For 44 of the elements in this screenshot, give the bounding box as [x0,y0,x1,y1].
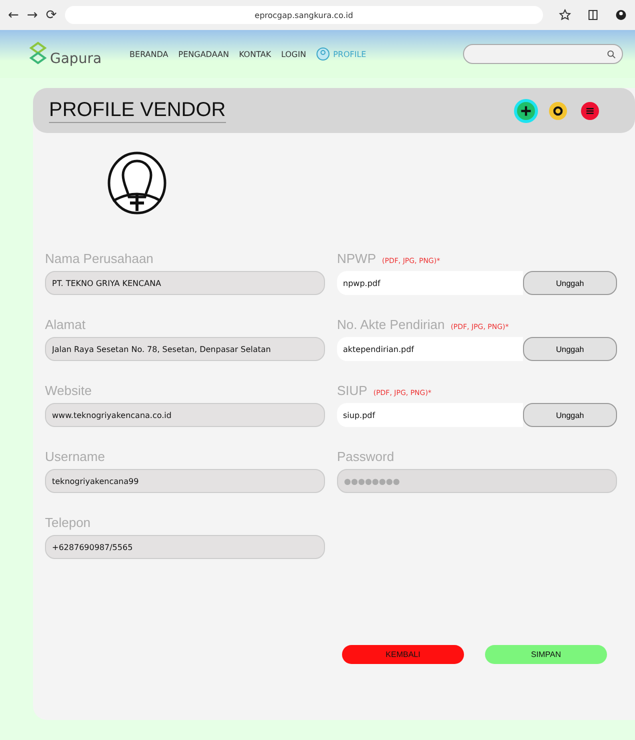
field-label: SIUP [337,383,368,398]
reload-button[interactable]: ⟳ [46,8,57,22]
address-bar[interactable]: eprocgap.sangkura.co.id [64,6,543,24]
field-label: Telepon [45,515,92,530]
field-label: Website [45,383,93,398]
account-icon[interactable] [615,9,627,21]
settings-button[interactable] [549,102,567,120]
add-button[interactable] [517,102,535,120]
field-label: No. Akte Pendirian [337,317,445,332]
nav-link[interactable]: BERANDA [130,50,168,58]
logo-text: Gapura [50,51,102,67]
text-field[interactable]: +6287690987/5565 [45,535,325,559]
file-field[interactable]: npwp.pdf [337,271,523,295]
page-title: PROFILE VENDOR [49,98,226,122]
back-button[interactable]: ← [8,8,19,22]
logo-icon [28,41,48,67]
field-label: NPWP [337,251,376,266]
file-field[interactable]: aktependirian.pdf [337,337,523,361]
avatar-icon[interactable] [107,151,167,215]
field-label: Username [45,449,106,464]
upload-button[interactable]: Unggah [523,271,617,295]
text-field[interactable]: PT. TEKNO GRIYA KENCANA [45,271,325,295]
search-field[interactable] [463,44,623,64]
field-label: Nama Perusahaan [45,251,154,266]
field-label: Alamat [45,317,86,332]
text-field[interactable]: www.teknogriyakencana.co.id [45,403,325,427]
menu-button[interactable] [581,102,599,120]
nav-link[interactable]: KONTAK [238,50,272,58]
upload-button[interactable]: Unggah [523,403,617,427]
nav-link[interactable]: LOGIN [281,50,306,58]
star-icon[interactable] [559,9,571,21]
save-button[interactable]: SIMPAN [485,645,607,664]
user-icon [316,47,330,61]
password-field[interactable]: ●●●●●●●● [337,469,617,493]
nav-link[interactable]: PENGADAAN [178,50,229,58]
search-icon [607,50,616,58]
forward-button[interactable]: → [26,8,38,22]
plus-icon [520,104,532,116]
field-label: Password [337,449,394,464]
text-field[interactable]: teknogriyakencana99 [45,469,325,493]
upload-button[interactable]: Unggah [523,337,617,361]
reader-icon[interactable] [587,9,599,21]
file-field[interactable]: siup.pdf [337,403,523,427]
back-button[interactable]: KEMBALI [342,645,464,664]
